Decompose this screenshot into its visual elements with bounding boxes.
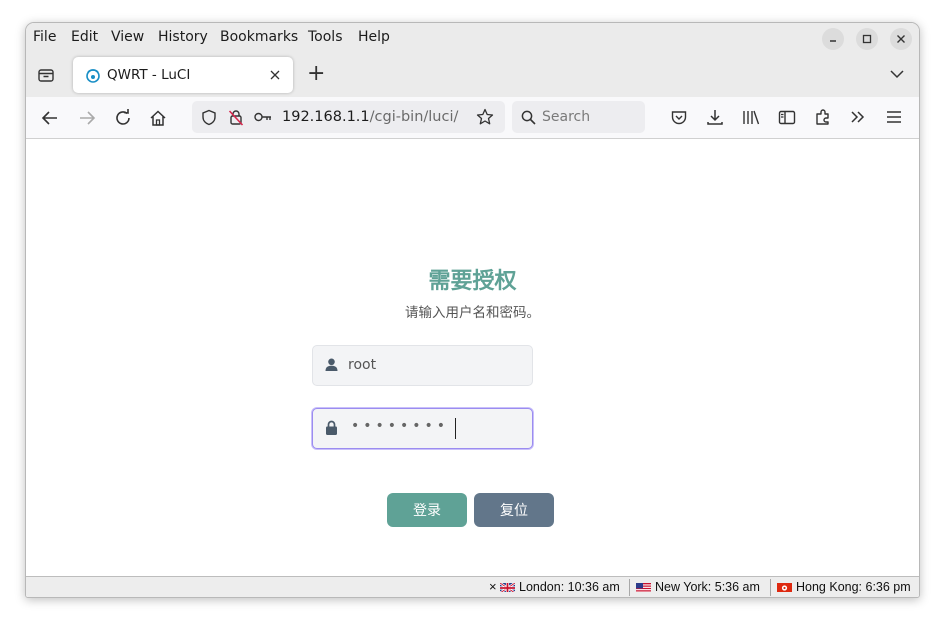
forward-arrow-icon[interactable] <box>78 110 96 126</box>
clock-hong-kong: Hong Kong: 6:36 pm <box>777 580 911 594</box>
menu-bar: File Edit View History Bookmarks Tools H… <box>26 23 919 53</box>
chevron-down-icon[interactable] <box>890 69 904 79</box>
uk-flag-icon <box>500 582 515 592</box>
minimize-icon <box>830 40 836 42</box>
reset-button[interactable]: 复位 <box>474 493 554 527</box>
browser-window: File Edit View History Bookmarks Tools H… <box>25 22 920 598</box>
close-clocks-button[interactable]: × <box>489 579 497 594</box>
user-icon <box>325 358 338 371</box>
close-window-button[interactable] <box>890 28 912 50</box>
tab-overview-icon <box>38 69 54 82</box>
hamburger-menu-icon[interactable] <box>886 110 902 124</box>
bookmark-star-icon[interactable] <box>476 108 494 126</box>
login-button[interactable]: 登录 <box>387 493 467 527</box>
shield-icon[interactable] <box>201 109 217 126</box>
clock-london-label: London: 10:36 am <box>519 580 620 594</box>
search-placeholder: Search <box>542 109 591 125</box>
search-icon <box>521 110 536 125</box>
menu-edit[interactable]: Edit <box>71 29 98 45</box>
menu-view[interactable]: View <box>111 29 144 45</box>
sidebar-icon[interactable] <box>778 109 796 126</box>
reload-icon[interactable] <box>114 109 132 127</box>
search-input[interactable]: Search <box>512 101 645 133</box>
text-caret <box>455 418 456 439</box>
close-tab-icon[interactable] <box>270 70 280 80</box>
url-text[interactable]: 192.168.1.1/cgi-bin/luci/ <box>282 109 458 125</box>
home-icon[interactable] <box>149 109 167 127</box>
password-field[interactable]: •••••••• <box>312 408 533 449</box>
tab-bar: QWRT - LuCI + <box>26 53 919 97</box>
status-bar: × London: 10:36 am New York: 5:36 am Hon… <box>26 576 919 597</box>
password-value: •••••••• <box>351 418 450 434</box>
username-field[interactable]: root <box>312 345 533 386</box>
tab-list-button[interactable] <box>36 65 56 85</box>
username-value: root <box>348 357 377 373</box>
url-path: /cgi-bin/luci/ <box>369 109 459 125</box>
minimize-button[interactable] <box>822 28 844 50</box>
maximize-button[interactable] <box>856 28 878 50</box>
menu-bookmarks[interactable]: Bookmarks <box>220 29 298 45</box>
tab-title: QWRT - LuCI <box>107 67 191 83</box>
status-separator <box>629 579 630 596</box>
tab-qwrt-luci[interactable]: QWRT - LuCI <box>73 57 293 93</box>
url-host: 192.168.1.1 <box>282 109 370 125</box>
status-separator <box>770 579 771 596</box>
clock-hong-kong-label: Hong Kong: 6:36 pm <box>796 580 911 594</box>
extensions-icon[interactable] <box>814 108 832 126</box>
new-tab-button[interactable]: + <box>307 61 325 86</box>
menu-tools[interactable]: Tools <box>308 29 343 45</box>
back-arrow-icon[interactable] <box>41 110 59 126</box>
url-bar[interactable]: 192.168.1.1/cgi-bin/luci/ <box>192 101 505 133</box>
clock-new-york: New York: 5:36 am <box>636 580 760 594</box>
close-icon <box>897 35 905 43</box>
navigation-bar: 192.168.1.1/cgi-bin/luci/ Search <box>26 97 919 139</box>
wifi-favicon-icon <box>86 69 100 83</box>
login-title: 需要授权 <box>428 269 517 294</box>
key-icon[interactable] <box>254 111 272 123</box>
download-icon[interactable] <box>706 108 724 126</box>
insecure-lock-icon[interactable] <box>228 109 244 126</box>
clock-london: London: 10:36 am <box>500 580 620 594</box>
hk-flag-icon <box>777 582 792 592</box>
menu-history[interactable]: History <box>158 29 208 45</box>
login-subtitle: 请输入用户名和密码。 <box>405 305 540 321</box>
us-flag-icon <box>636 582 651 592</box>
clock-new-york-label: New York: 5:36 am <box>655 580 760 594</box>
menu-help[interactable]: Help <box>358 29 390 45</box>
lock-icon <box>326 420 337 435</box>
overflow-chevrons-icon[interactable] <box>850 110 866 124</box>
pocket-icon[interactable] <box>670 109 688 127</box>
maximize-icon <box>862 34 872 44</box>
menu-file[interactable]: File <box>33 29 56 45</box>
page-content: 需要授权 请输入用户名和密码。 root •••••••• 登录 复位 <box>26 139 919 577</box>
library-icon[interactable] <box>742 109 760 126</box>
